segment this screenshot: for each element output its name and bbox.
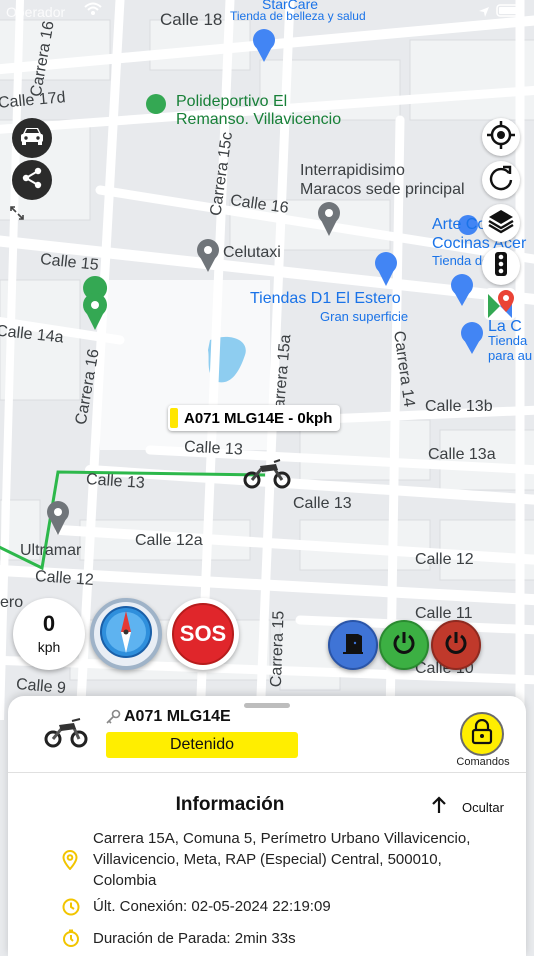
poi-label: Arte Co <box>432 216 487 233</box>
refresh-button[interactable] <box>482 161 520 199</box>
street-label: Calle 12 <box>415 551 474 568</box>
refresh-icon <box>487 164 515 197</box>
power-off-button[interactable] <box>431 620 481 670</box>
status-color-bar <box>170 408 178 428</box>
motorbike-icon <box>44 716 88 753</box>
door-button[interactable] <box>328 620 378 670</box>
power-icon <box>443 630 469 661</box>
door-icon <box>341 631 365 660</box>
lock-icon <box>471 718 493 750</box>
expand-icon[interactable] <box>10 206 24 225</box>
traffic-light-icon <box>493 251 509 282</box>
vehicle-map-label[interactable]: A071 MLG14E - 0kph <box>168 405 341 431</box>
poi-label: Remanso. Villavicencio <box>176 111 342 128</box>
stopwatch-icon <box>62 929 80 952</box>
address-line: Villavicencio, Meta, RAP (Especial) Cent… <box>93 851 442 868</box>
street-label: Calle 13 <box>183 438 244 459</box>
divider <box>8 772 526 773</box>
poi-label: Tienda de <box>432 253 490 268</box>
last-connection: Últ. Conexión: 02-05-2024 22:19:09 <box>93 898 331 915</box>
clock-icon <box>62 898 80 921</box>
sos-label: SOS <box>179 621 227 646</box>
car-icon <box>19 125 45 152</box>
crosshair-icon <box>486 120 516 155</box>
info-title: Información <box>175 794 285 815</box>
compass-button[interactable] <box>90 598 162 670</box>
drag-handle[interactable] <box>244 703 290 708</box>
location-arrow-icon <box>478 5 490 21</box>
power-icon <box>391 630 417 661</box>
share-icon <box>21 167 43 194</box>
poi-label: Polideportivo El <box>176 93 288 110</box>
status-badge: Detenido <box>106 732 298 758</box>
carrier-label: Operador <box>6 4 66 20</box>
street-label: Carrera 15 <box>267 610 288 688</box>
address-line: Colombia <box>93 872 157 889</box>
vehicle-map-label-text: A071 MLG14E - 0kph <box>184 409 333 427</box>
traffic-button[interactable] <box>482 247 520 285</box>
stop-duration: Duración de Parada: 2min 33s <box>93 930 296 947</box>
my-location-button[interactable] <box>482 118 520 156</box>
speed-unit: kph <box>37 639 61 655</box>
compass-icon <box>99 605 153 664</box>
poi-label: Tiendas D1 El Estero <box>250 290 401 307</box>
arrow-up-icon[interactable] <box>431 796 447 819</box>
poi-label: Celutaxi <box>223 244 281 261</box>
speedometer: 0 kph <box>13 598 85 670</box>
address-line: Carrera 15A, Comuna 5, Perímetro Urbano … <box>93 830 471 847</box>
commands-label: Comandos <box>456 756 510 768</box>
layers-icon <box>487 207 515 240</box>
location-pin-icon <box>62 849 78 875</box>
poi-label: Ultramar <box>20 542 82 559</box>
wifi-icon <box>84 2 102 19</box>
status-bar: Operador <box>0 0 534 24</box>
vehicle-button[interactable] <box>12 118 52 158</box>
battery-icon <box>496 4 524 20</box>
street-label: Calle 12a <box>135 532 203 549</box>
poi-label: Gran superficie <box>320 309 409 324</box>
street-label: Calle 13b <box>425 398 493 415</box>
key-icon <box>105 709 121 730</box>
vehicle-plate: A071 MLG14E <box>124 708 231 725</box>
poi-label: ero <box>0 594 24 611</box>
street-label: Calle 13a <box>428 446 496 463</box>
poi-label: Tienda <box>488 333 528 348</box>
hide-button[interactable]: Ocultar <box>462 800 504 815</box>
sos-circle: SOS <box>172 603 234 665</box>
street-label: Calle 13 <box>293 495 352 512</box>
poi-label: para au <box>488 348 533 363</box>
share-button[interactable] <box>12 160 52 200</box>
poi-label: Maracos sede principal <box>300 181 465 198</box>
sos-button[interactable]: SOS <box>167 598 239 670</box>
speed-value: 0 <box>42 611 56 636</box>
layers-button[interactable] <box>482 204 520 242</box>
poi-label: Interrapidisimo <box>300 162 405 179</box>
power-on-button[interactable] <box>379 620 429 670</box>
commands-button[interactable] <box>460 712 504 756</box>
